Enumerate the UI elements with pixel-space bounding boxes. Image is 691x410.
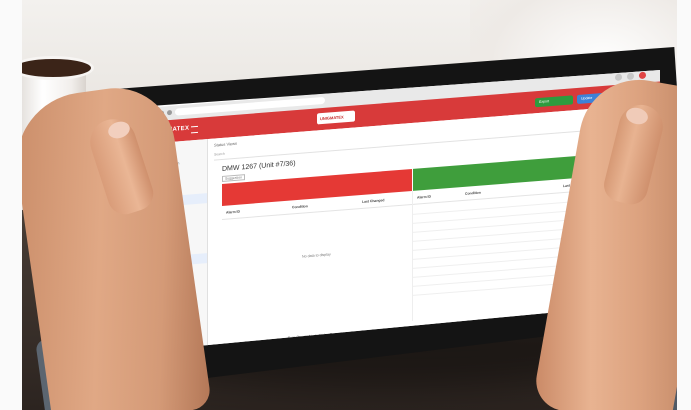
right-border — [677, 0, 691, 410]
breadcrumb[interactable]: Status Views — [214, 141, 237, 148]
column-header[interactable]: Alarm ID — [417, 194, 431, 199]
column-header[interactable]: Condition — [292, 204, 308, 209]
close-icon[interactable] — [639, 71, 646, 80]
minimize-icon[interactable] — [615, 73, 622, 82]
coffee-surface — [12, 56, 94, 80]
left-border — [0, 0, 22, 410]
active-alarms-table: Alarm ID Condition Last Changed No data … — [222, 190, 413, 336]
column-header[interactable]: Condition — [465, 191, 481, 196]
reload-icon[interactable] — [167, 109, 172, 116]
export-button-label: Export — [539, 99, 550, 104]
empty-message: No data to display — [302, 252, 331, 259]
export-button[interactable]: Export — [535, 95, 573, 108]
brand-label: UNIGMATEX — [320, 114, 344, 122]
maximize-icon[interactable] — [627, 72, 634, 81]
update-button-label: Update — [581, 95, 593, 101]
brand-badge: UNIGMATEX — [317, 110, 355, 125]
column-header[interactable]: Last Changed — [362, 198, 384, 204]
status-badge[interactable]: Suggestion — [222, 174, 245, 182]
header-divider — [222, 203, 412, 220]
column-header[interactable]: Alarm ID — [226, 210, 240, 215]
menu-icon[interactable] — [191, 125, 198, 134]
page-title: DMW 1267 (Unit #7/36) — [222, 160, 296, 173]
photo-scene: UNIGMATEX UNIGMATEX Export Update Dashbo… — [0, 0, 691, 410]
